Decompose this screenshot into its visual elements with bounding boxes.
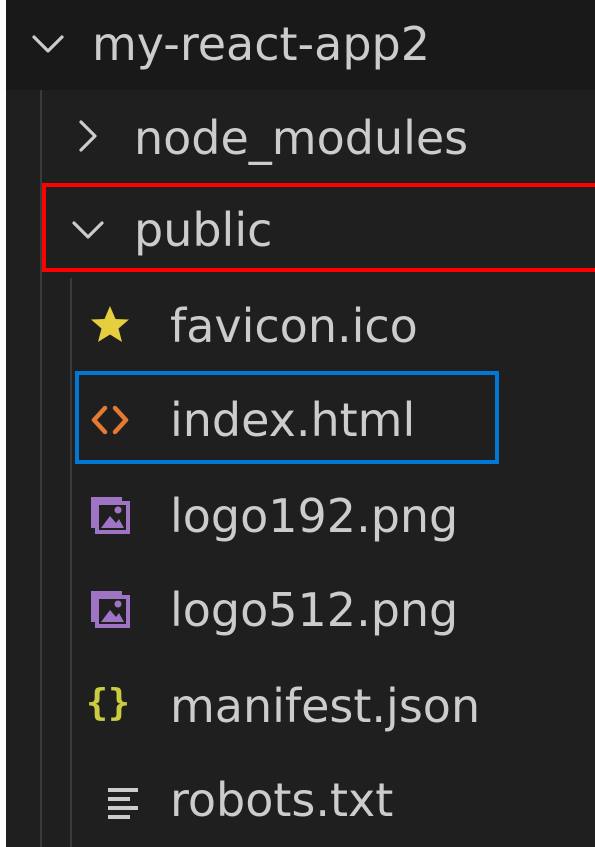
image-icon <box>91 591 130 628</box>
tree-item-node-modules[interactable]: node_modules <box>6 92 595 184</box>
chevron-down-icon <box>32 35 64 53</box>
tree-item-label: robots.txt <box>170 773 394 827</box>
text-lines-icon <box>108 788 138 819</box>
tree-item-logo192[interactable]: logo192.png <box>6 470 595 562</box>
tree-item-logo512[interactable]: logo512.png <box>6 564 595 656</box>
public-folder-highlight <box>42 183 595 272</box>
tree-item-label: logo512.png <box>170 583 459 637</box>
tree-item-label: logo192.png <box>170 489 459 543</box>
tree-item-manifest[interactable]: {} manifest.json <box>6 660 595 752</box>
image-icon <box>91 497 130 534</box>
file-explorer: my-react-app2 node_modules public favico… <box>6 0 595 847</box>
tree-item-label: favicon.ico <box>170 299 418 353</box>
root-folder-label: my-react-app2 <box>92 17 430 71</box>
json-braces-icon: {} <box>86 681 130 724</box>
root-folder-row[interactable]: my-react-app2 <box>6 0 595 90</box>
svg-text:{}: {} <box>86 681 130 724</box>
tree-item-robots[interactable]: robots.txt <box>6 754 595 846</box>
tree-item-label: manifest.json <box>170 679 481 733</box>
tree-item-favicon[interactable]: favicon.ico <box>6 280 595 372</box>
star-icon <box>91 306 129 342</box>
index-html-highlight <box>75 371 499 464</box>
tree-item-label: node_modules <box>134 111 469 165</box>
chevron-right-icon <box>79 120 97 152</box>
